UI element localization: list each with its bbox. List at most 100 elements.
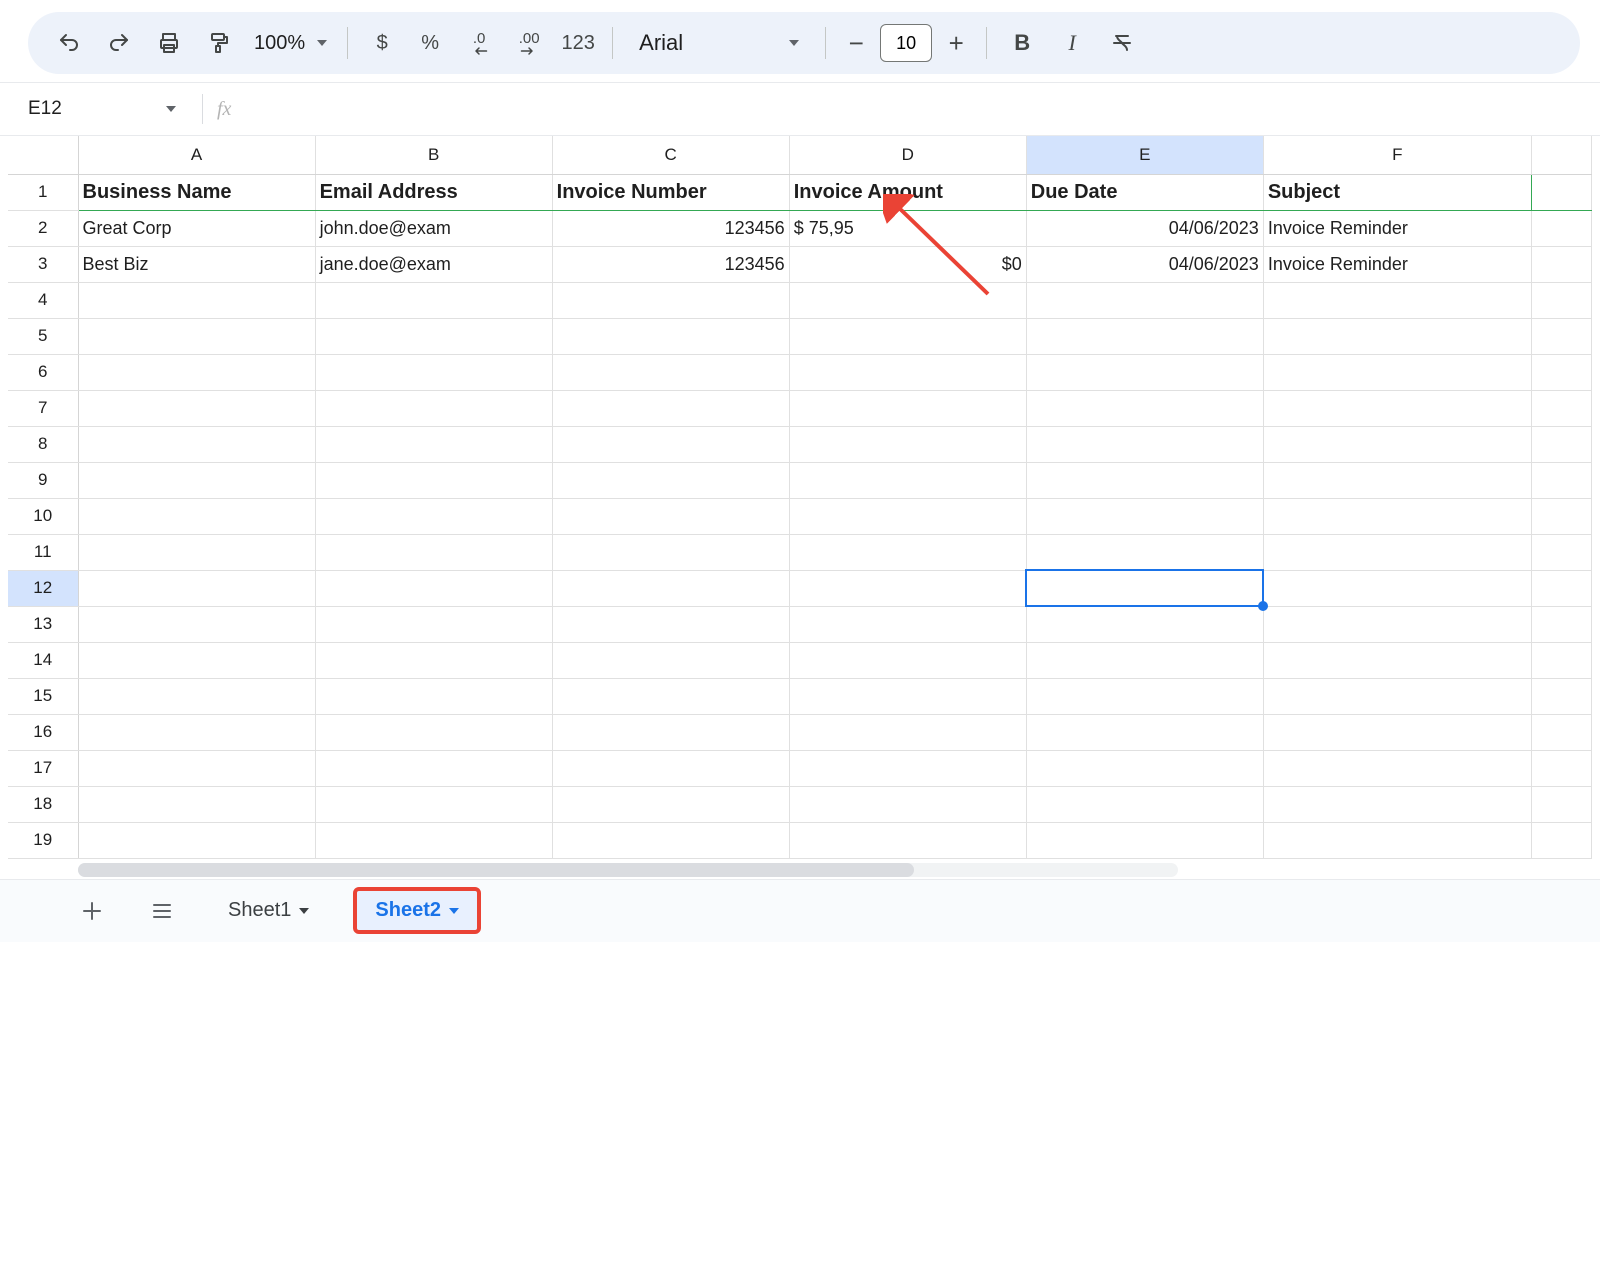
cell[interactable] xyxy=(789,318,1026,354)
cell[interactable] xyxy=(789,282,1026,318)
cell[interactable] xyxy=(78,786,315,822)
cell[interactable] xyxy=(1263,282,1531,318)
undo-button[interactable] xyxy=(46,20,92,66)
cell[interactable] xyxy=(1531,390,1591,426)
grid-table[interactable]: ABCDEF 1Business NameEmail AddressInvoic… xyxy=(8,136,1592,859)
cell[interactable] xyxy=(1026,282,1263,318)
row-header[interactable]: 5 xyxy=(8,318,78,354)
cell[interactable] xyxy=(789,606,1026,642)
cell[interactable] xyxy=(1263,570,1531,606)
cell[interactable] xyxy=(1263,390,1531,426)
cell[interactable] xyxy=(1531,354,1591,390)
more-formats-button[interactable]: 123 xyxy=(556,32,600,55)
column-header[interactable]: F xyxy=(1263,136,1531,174)
cell[interactable] xyxy=(1531,642,1591,678)
cell[interactable] xyxy=(552,750,789,786)
select-all-corner[interactable] xyxy=(8,136,78,174)
cell[interactable] xyxy=(78,606,315,642)
row-header[interactable]: 17 xyxy=(8,750,78,786)
cell[interactable]: jane.doe@exam xyxy=(315,246,552,282)
cell[interactable]: Invoice Reminder xyxy=(1263,246,1531,282)
cell[interactable] xyxy=(1026,318,1263,354)
cell[interactable]: Invoice Amount xyxy=(789,174,1026,210)
cell[interactable]: Great Corp xyxy=(78,210,315,246)
column-header[interactable]: B xyxy=(315,136,552,174)
cell[interactable] xyxy=(1026,606,1263,642)
cell[interactable] xyxy=(1026,822,1263,858)
cell[interactable] xyxy=(78,534,315,570)
cell[interactable] xyxy=(552,354,789,390)
cell[interactable] xyxy=(789,822,1026,858)
sheet-tab-2[interactable]: Sheet2 xyxy=(353,887,481,934)
row-header[interactable]: 11 xyxy=(8,534,78,570)
decrease-font-size-button[interactable]: − xyxy=(838,25,874,61)
row-header[interactable]: 6 xyxy=(8,354,78,390)
cell[interactable] xyxy=(315,570,552,606)
column-header[interactable]: E xyxy=(1026,136,1263,174)
cell[interactable] xyxy=(552,426,789,462)
cell[interactable] xyxy=(1263,498,1531,534)
cell[interactable] xyxy=(315,642,552,678)
cell[interactable] xyxy=(1263,462,1531,498)
cell[interactable] xyxy=(315,606,552,642)
cell[interactable] xyxy=(552,714,789,750)
cell[interactable] xyxy=(1026,462,1263,498)
cell[interactable] xyxy=(1531,678,1591,714)
cell[interactable] xyxy=(1531,462,1591,498)
increase-decimal-button[interactable]: .00 xyxy=(506,20,552,66)
strikethrough-button[interactable] xyxy=(1099,20,1145,66)
cell[interactable] xyxy=(1263,534,1531,570)
cell[interactable] xyxy=(552,570,789,606)
cell[interactable] xyxy=(789,462,1026,498)
cell[interactable] xyxy=(552,642,789,678)
cell[interactable] xyxy=(1531,246,1591,282)
cell[interactable] xyxy=(315,282,552,318)
row-header[interactable]: 19 xyxy=(8,822,78,858)
cell[interactable]: 123456 xyxy=(552,246,789,282)
cell[interactable] xyxy=(315,534,552,570)
cell[interactable] xyxy=(1263,714,1531,750)
cell[interactable]: 123456 xyxy=(552,210,789,246)
cell[interactable] xyxy=(315,714,552,750)
row-header[interactable]: 10 xyxy=(8,498,78,534)
cell[interactable] xyxy=(78,498,315,534)
row-header[interactable]: 16 xyxy=(8,714,78,750)
row-header[interactable]: 13 xyxy=(8,606,78,642)
sheet-tab-1[interactable]: Sheet1 xyxy=(210,891,327,930)
cell[interactable] xyxy=(1026,426,1263,462)
cell[interactable] xyxy=(315,678,552,714)
cell[interactable]: Invoice Number xyxy=(552,174,789,210)
cell[interactable]: $ 75,95 xyxy=(789,210,1026,246)
cell[interactable] xyxy=(1263,354,1531,390)
cell[interactable] xyxy=(1531,750,1591,786)
cell[interactable] xyxy=(552,282,789,318)
cell[interactable] xyxy=(1026,714,1263,750)
cell[interactable] xyxy=(78,642,315,678)
cell[interactable] xyxy=(1531,714,1591,750)
bold-button[interactable]: B xyxy=(999,20,1045,66)
cell[interactable]: Invoice Reminder xyxy=(1263,210,1531,246)
cell[interactable] xyxy=(789,678,1026,714)
cell[interactable] xyxy=(789,498,1026,534)
cell[interactable] xyxy=(1263,822,1531,858)
cell[interactable] xyxy=(789,426,1026,462)
cell[interactable] xyxy=(552,822,789,858)
cell[interactable] xyxy=(315,354,552,390)
cell[interactable] xyxy=(1026,354,1263,390)
cell[interactable] xyxy=(1531,174,1591,210)
cell[interactable] xyxy=(1026,570,1263,606)
row-header[interactable]: 14 xyxy=(8,642,78,678)
cell[interactable] xyxy=(78,750,315,786)
cell[interactable] xyxy=(1531,534,1591,570)
font-family-dropdown[interactable]: Arial xyxy=(625,30,813,56)
row-header[interactable]: 7 xyxy=(8,390,78,426)
cell[interactable]: 04/06/2023 xyxy=(1026,210,1263,246)
cell[interactable] xyxy=(1263,606,1531,642)
cell[interactable] xyxy=(315,822,552,858)
row-header[interactable]: 18 xyxy=(8,786,78,822)
cell[interactable] xyxy=(78,282,315,318)
cell[interactable] xyxy=(315,498,552,534)
format-percent-button[interactable]: % xyxy=(408,32,452,55)
cell[interactable] xyxy=(552,462,789,498)
row-header[interactable]: 2 xyxy=(8,210,78,246)
